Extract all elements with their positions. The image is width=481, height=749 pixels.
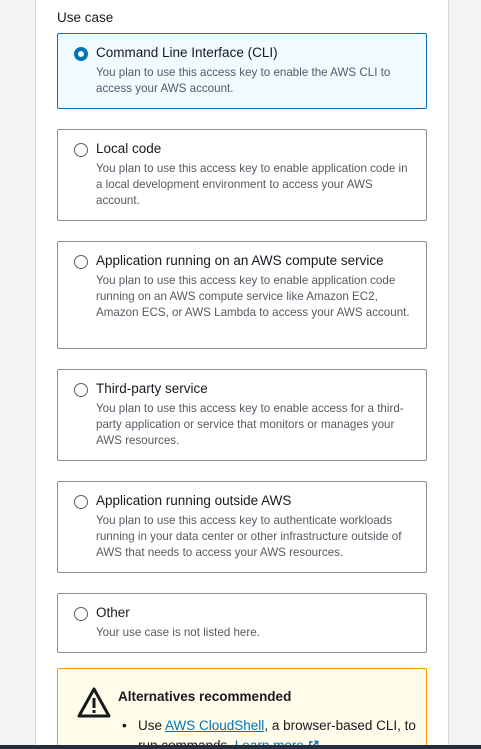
option-third-party[interactable]: Third-party service You plan to use this… — [57, 369, 427, 461]
alternatives-alert: Alternatives recommended • Use AWS Cloud… — [57, 668, 427, 749]
option-title: Application running on an AWS compute se… — [96, 253, 384, 268]
radio-outside-aws[interactable] — [74, 495, 88, 509]
warning-icon — [77, 687, 111, 718]
use-case-panel: Use case Command Line Interface (CLI) Yo… — [35, 0, 449, 749]
option-title: Third-party service — [96, 381, 208, 396]
option-description: You plan to use this access key to authe… — [96, 514, 402, 559]
option-description: Your use case is not listed here. — [96, 626, 260, 639]
radio-aws-compute[interactable] — [74, 255, 88, 269]
option-description: You plan to use this access key to enabl… — [96, 274, 410, 319]
option-title: Application running outside AWS — [96, 493, 292, 508]
option-description: You plan to use this access key to enabl… — [96, 66, 391, 95]
option-other[interactable]: Other Your use case is not listed here. — [57, 593, 427, 653]
option-title: Other — [96, 605, 130, 620]
option-description: You plan to use this access key to enabl… — [96, 162, 408, 207]
option-local-code[interactable]: Local code You plan to use this access k… — [57, 129, 427, 221]
radio-third-party[interactable] — [74, 383, 88, 397]
cloudshell-link[interactable]: AWS CloudShell — [165, 718, 264, 733]
alert-text-prefix: Use — [138, 718, 166, 733]
option-title: Local code — [96, 141, 162, 156]
option-description: You plan to use this access key to enabl… — [96, 402, 404, 447]
bullet: • — [122, 718, 127, 733]
option-cli[interactable]: Command Line Interface (CLI) You plan to… — [57, 33, 427, 109]
option-outside-aws[interactable]: Application running outside AWS You plan… — [57, 481, 427, 573]
alert-title: Alternatives recommended — [118, 689, 292, 704]
radio-cli[interactable] — [74, 47, 88, 61]
option-title: Command Line Interface (CLI) — [96, 45, 278, 60]
option-aws-compute[interactable]: Application running on an AWS compute se… — [57, 241, 427, 349]
bottom-bar — [0, 745, 481, 749]
radio-local-code[interactable] — [74, 143, 88, 157]
use-case-label: Use case — [57, 10, 114, 25]
radio-other[interactable] — [74, 607, 88, 621]
